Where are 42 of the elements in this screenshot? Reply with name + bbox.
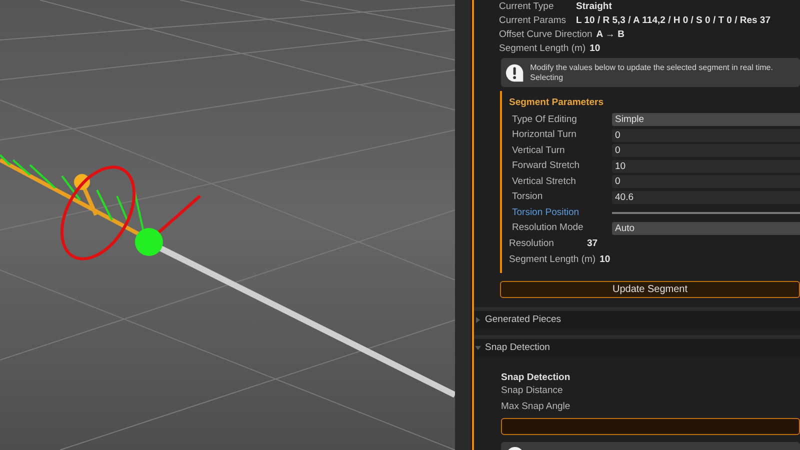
field-label: Type Of Editing <box>512 112 578 127</box>
number-field[interactable]: 10 <box>612 160 800 173</box>
section-title: Snap Detection <box>485 340 550 355</box>
property-label: Segment Length (m) <box>499 42 586 56</box>
section-header[interactable]: Snap Detection <box>474 335 800 357</box>
caret-right-icon[interactable] <box>475 317 481 323</box>
property-value: 10 <box>590 42 600 56</box>
update-segment-button[interactable]: Update Segment <box>500 281 800 298</box>
caret-down-icon[interactable] <box>475 345 481 351</box>
field-label: Resolution Mode <box>512 221 584 236</box>
section-title: Segment Parameters <box>509 96 605 110</box>
readout-label: Resolution <box>509 236 555 251</box>
field-label: Vertical Turn <box>512 144 566 158</box>
number-field[interactable]: 40.6 <box>612 190 800 204</box>
input-field[interactable] <box>501 418 800 435</box>
field-label: Max Snap Angle <box>501 400 572 414</box>
number-field[interactable]: 0 <box>612 144 800 158</box>
number-field[interactable]: 0 <box>612 128 800 142</box>
field-label: Vertical Stretch <box>512 174 577 189</box>
property-label: Current Params <box>499 14 568 28</box>
property-value: Straight <box>576 0 612 14</box>
property-value: L 10 / R 5,3 / A 114,2 / H 0 / S 0 / T 0 / Res 37 <box>576 14 770 28</box>
dropdown-field[interactable]: Simple <box>612 113 800 126</box>
subsection-title: Snap Detection <box>501 371 572 383</box>
readout-value: 37 <box>587 236 598 251</box>
property-label: Current Type <box>499 0 555 14</box>
section-header[interactable]: Generated Pieces <box>474 307 800 329</box>
number-field[interactable]: 0 <box>612 175 800 188</box>
readout-value: 10 <box>600 252 610 267</box>
slider-track[interactable] <box>612 212 800 214</box>
readout-label: Segment Length (m) <box>509 252 596 267</box>
property-label: Offset Curve Direction <box>499 28 592 42</box>
property-value: A → B <box>596 28 624 42</box>
warning-icon <box>505 62 524 82</box>
dropdown-field[interactable]: Auto <box>612 222 800 235</box>
info-message: Modify the values below to update the selected segment in real time. Selecting <box>530 62 774 82</box>
field-label: Torsion <box>512 190 544 204</box>
field-label: Snap Distance <box>501 384 564 398</box>
section-title: Generated Pieces <box>485 312 562 327</box>
field-label: Horizontal Turn <box>512 128 578 142</box>
field-label: Torsion Position <box>512 206 580 220</box>
field-label: Forward Stretch <box>512 159 581 174</box>
